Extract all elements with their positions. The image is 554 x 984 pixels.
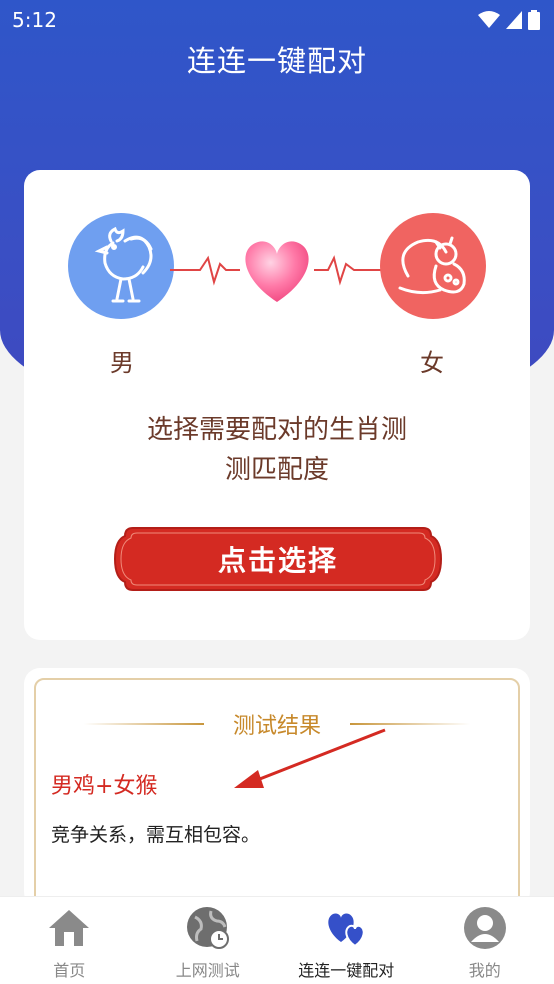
instruction-text: 选择需要配对的生肖测 测匹配度: [24, 410, 530, 490]
instruction-line-2: 测匹配度: [224, 455, 329, 485]
annotation-arrow: [234, 728, 386, 788]
bottom-tab-bar: 首页 上网测试 连连一键配对 我的: [0, 896, 554, 984]
pairing-card: 男 女 选择需要配对的生肖测 测匹配度 点击选择: [24, 170, 530, 640]
hearts-icon: [323, 905, 369, 951]
female-zodiac-avatar[interactable]: [380, 213, 486, 319]
heartbeat-connector: [170, 241, 384, 302]
home-icon: [46, 905, 92, 951]
male-zodiac-avatar[interactable]: [68, 213, 174, 319]
tab-pairing-label: 连连一键配对: [298, 961, 395, 980]
status-time: 5:12: [12, 8, 57, 32]
status-icons: [478, 10, 540, 30]
battery-icon: [528, 10, 540, 30]
heart-icon: [245, 241, 309, 302]
tab-online-test[interactable]: 上网测试: [139, 897, 278, 984]
rooster-icon: [94, 226, 153, 303]
tab-pairing[interactable]: 连连一键配对: [277, 897, 416, 984]
signal-icon: [506, 11, 522, 29]
tab-profile[interactable]: 我的: [416, 897, 554, 984]
status-bar: 5:12: [0, 0, 554, 40]
result-description: 竞争关系，需互相包容。: [51, 824, 261, 846]
globe-clock-icon: [185, 905, 231, 951]
page-title: 连连一键配对: [186, 44, 367, 78]
tab-profile-label: 我的: [468, 961, 501, 980]
select-zodiac-button[interactable]: 点击选择: [113, 526, 443, 592]
user-icon: [462, 905, 508, 951]
male-label: 男: [110, 349, 134, 377]
monkey-icon: [398, 236, 466, 295]
female-label: 女: [420, 349, 444, 377]
select-button-label: 点击选择: [217, 544, 338, 577]
instruction-line-1: 选择需要配对的生肖测: [146, 415, 407, 445]
tab-online-test-label: 上网测试: [175, 961, 240, 980]
tab-home-label: 首页: [53, 961, 86, 980]
wifi-icon: [478, 11, 500, 28]
result-pair: 男鸡+女猴: [51, 774, 158, 799]
tab-home[interactable]: 首页: [0, 897, 139, 984]
